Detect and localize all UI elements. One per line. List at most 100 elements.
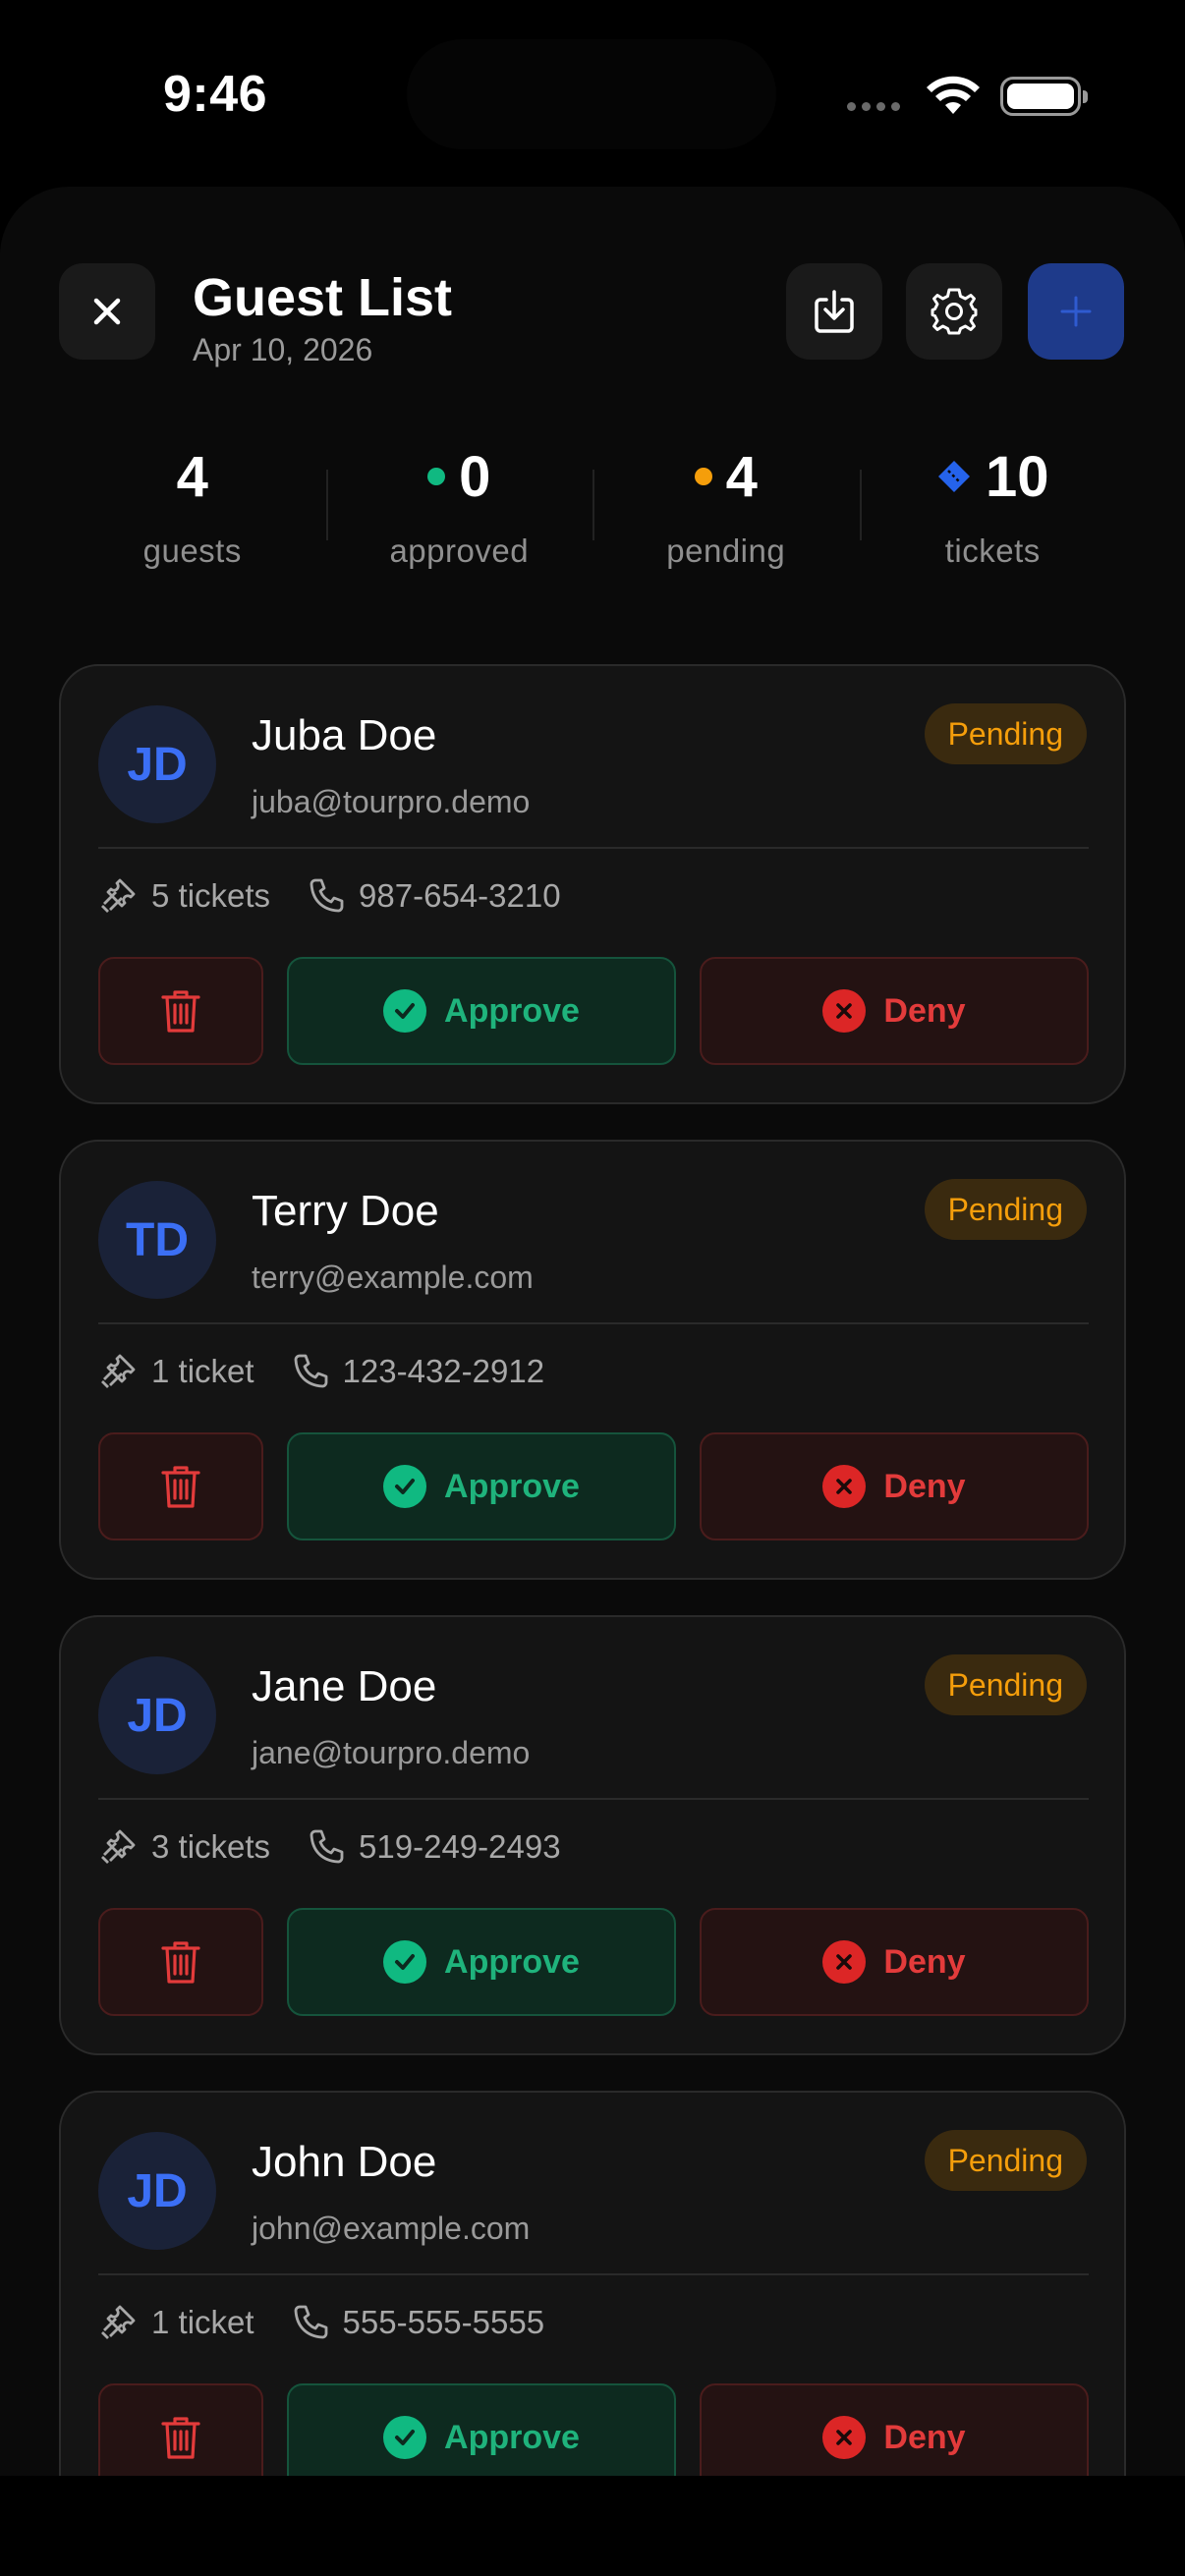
status-bar: 9:46 xyxy=(0,0,1185,187)
stat-pending-value: 4 xyxy=(725,444,758,509)
phone-icon xyxy=(294,1354,327,1388)
download-icon xyxy=(815,290,854,333)
close-icon xyxy=(93,298,121,325)
guest-meta: 5 tickets 987-654-3210 xyxy=(98,876,561,916)
approve-label: Approve xyxy=(444,1942,580,1981)
guest-name: Jane Doe xyxy=(252,1662,437,1710)
guest-card[interactable]: TD Terry Doe terry@example.com Pending 1… xyxy=(59,1140,1126,1580)
deny-label: Deny xyxy=(883,2418,966,2456)
deny-button[interactable]: Deny xyxy=(700,957,1089,1065)
header: Guest List Apr 10, 2026 xyxy=(0,263,1185,367)
stat-guests-label: guests xyxy=(142,532,242,569)
status-badge: Pending xyxy=(924,1179,1087,1240)
export-button[interactable] xyxy=(786,263,882,360)
status-badge: Pending xyxy=(924,703,1087,764)
stat-tickets: 10 tickets xyxy=(859,442,1127,570)
phone-icon xyxy=(310,878,344,913)
divider xyxy=(98,1798,1089,1800)
delete-button[interactable] xyxy=(98,1908,263,2016)
guest-meta: 3 tickets 519-249-2493 xyxy=(98,1827,561,1867)
avatar: TD xyxy=(98,1181,216,1299)
add-guest-button[interactable] xyxy=(1028,263,1124,360)
stat-pending: 4 pending xyxy=(592,442,860,570)
ticket-icon xyxy=(101,2305,136,2339)
guest-name: John Doe xyxy=(252,2138,437,2186)
approve-button[interactable]: Approve xyxy=(287,1432,676,1540)
deny-label: Deny xyxy=(883,1467,966,1505)
delete-button[interactable] xyxy=(98,2383,263,2476)
pending-dot-icon xyxy=(694,468,712,485)
approve-label: Approve xyxy=(444,1467,580,1505)
approve-button[interactable]: Approve xyxy=(287,1908,676,2016)
guest-card[interactable]: JD John Doe john@example.com Pending 1 t… xyxy=(59,2091,1126,2476)
divider xyxy=(98,2273,1089,2275)
plus-icon xyxy=(1060,296,1092,327)
cellular-signal-icon xyxy=(847,102,900,111)
battery-icon xyxy=(1000,77,1088,116)
x-circle-icon xyxy=(822,1465,867,1508)
delete-button[interactable] xyxy=(98,1432,263,1540)
ticket-icon xyxy=(101,878,136,913)
x-circle-icon xyxy=(822,2416,867,2459)
stat-approved: 0 approved xyxy=(325,442,593,570)
ticket-filled-icon xyxy=(937,461,970,492)
deny-button[interactable]: Deny xyxy=(700,1432,1089,1540)
guest-list: JD Juba Doe juba@tourpro.demo Pending 5 … xyxy=(59,664,1126,2476)
phone-number: 555-555-5555 xyxy=(342,2304,545,2340)
avatar: JD xyxy=(98,2132,216,2250)
approve-button[interactable]: Approve xyxy=(287,957,676,1065)
guest-card[interactable]: JD Juba Doe juba@tourpro.demo Pending 5 … xyxy=(59,664,1126,1104)
phone-number: 519-249-2493 xyxy=(359,1828,561,1865)
guest-email: jane@tourpro.demo xyxy=(252,1735,531,1770)
ticket-count: 1 ticket xyxy=(151,2304,254,2340)
phone-number: 123-432-2912 xyxy=(342,1353,545,1389)
ticket-count: 3 tickets xyxy=(151,1828,271,1865)
stat-approved-value: 0 xyxy=(459,444,491,509)
stat-pending-label: pending xyxy=(666,532,786,569)
guest-list-sheet: Guest List Apr 10, 2026 4 guests 0 appro… xyxy=(0,187,1185,2476)
guest-email: juba@tourpro.demo xyxy=(252,784,531,819)
settings-button[interactable] xyxy=(906,263,1002,360)
guest-name: Terry Doe xyxy=(252,1187,439,1235)
phone-icon xyxy=(310,1829,344,1864)
divider xyxy=(98,1322,1089,1324)
close-button[interactable] xyxy=(59,263,155,360)
approve-label: Approve xyxy=(444,2418,580,2456)
stat-tickets-value: 10 xyxy=(985,444,1049,509)
status-time: 9:46 xyxy=(163,66,268,123)
stat-guests: 4 guests xyxy=(59,442,326,570)
gear-icon xyxy=(931,288,978,335)
deny-button[interactable]: Deny xyxy=(700,2383,1089,2476)
check-circle-icon xyxy=(383,1940,427,1984)
trash-icon xyxy=(161,1941,200,1984)
approve-button[interactable]: Approve xyxy=(287,2383,676,2476)
ticket-count: 1 ticket xyxy=(151,1353,254,1389)
ticket-count: 5 tickets xyxy=(151,877,271,914)
check-circle-icon xyxy=(383,989,427,1033)
avatar: JD xyxy=(98,1656,216,1774)
check-circle-icon xyxy=(383,2416,427,2459)
check-circle-icon xyxy=(383,1465,427,1508)
guest-meta: 1 ticket 123-432-2912 xyxy=(98,1352,544,1391)
dynamic-island xyxy=(407,39,776,149)
deny-label: Deny xyxy=(883,1942,966,1981)
event-date: Apr 10, 2026 xyxy=(193,332,373,367)
ticket-icon xyxy=(101,1829,136,1864)
deny-button[interactable]: Deny xyxy=(700,1908,1089,2016)
phone-icon xyxy=(294,2305,327,2339)
stats-summary: 4 guests 0 approved 4 pending 10 tickets xyxy=(59,442,1126,570)
ticket-icon xyxy=(101,1354,136,1388)
x-circle-icon xyxy=(822,989,867,1033)
trash-icon xyxy=(161,1466,200,1508)
trash-icon xyxy=(161,990,200,1033)
approve-label: Approve xyxy=(444,991,580,1030)
delete-button[interactable] xyxy=(98,957,263,1065)
deny-label: Deny xyxy=(883,991,966,1030)
stat-guests-value: 4 xyxy=(176,444,208,509)
approved-dot-icon xyxy=(427,468,446,485)
guest-name: Juba Doe xyxy=(252,711,437,759)
guest-card[interactable]: JD Jane Doe jane@tourpro.demo Pending 3 … xyxy=(59,1615,1126,2055)
stat-tickets-label: tickets xyxy=(944,532,1041,569)
x-circle-icon xyxy=(822,1940,867,1984)
guest-email: john@example.com xyxy=(252,2211,531,2246)
